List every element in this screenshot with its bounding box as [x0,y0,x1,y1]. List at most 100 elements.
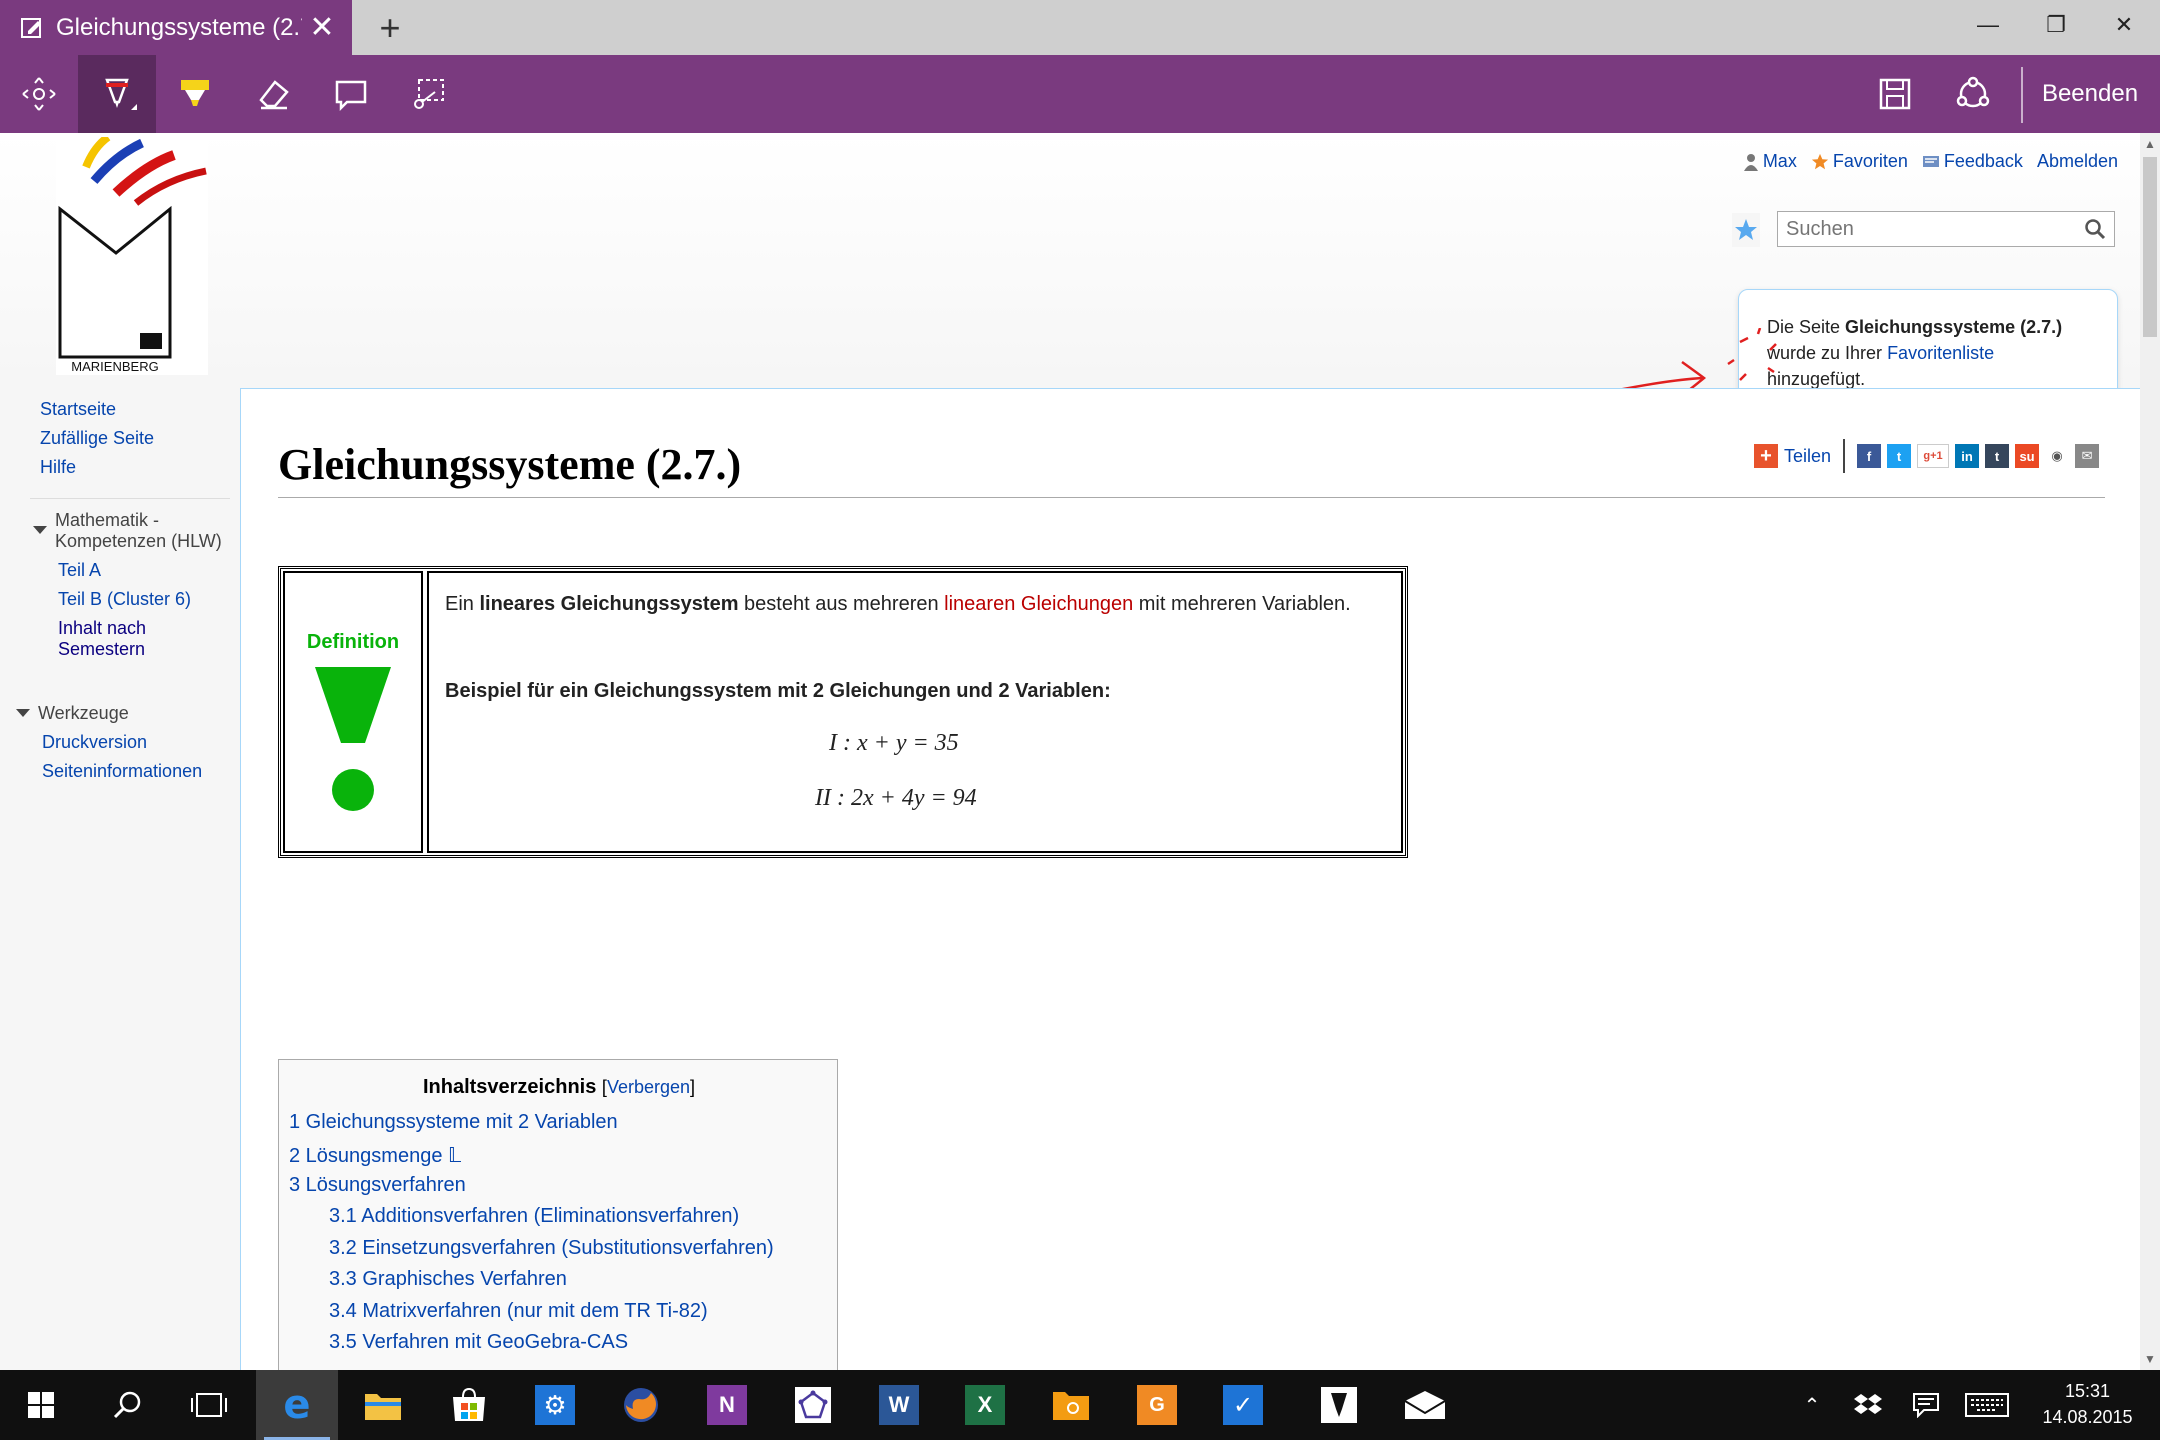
dropbox-icon[interactable] [1846,1370,1890,1440]
pdf-button[interactable]: G [1116,1370,1198,1440]
task-view-button[interactable] [168,1370,250,1440]
app-button[interactable] [772,1370,854,1440]
ink-app-button[interactable] [1298,1370,1380,1440]
sidebar-item-print[interactable]: Druckversion [42,732,147,753]
save-icon[interactable] [1856,55,1934,133]
clock[interactable]: 15:31 14.08.2015 [2025,1378,2150,1430]
toc-item[interactable]: 3.3 Graphisches Verfahren [329,1268,567,1291]
toc-item[interactable]: 3.5 Verfahren mit GeoGebra-CAS [329,1331,628,1354]
minimize-button[interactable]: — [1952,0,2024,50]
scrollbar[interactable]: ▲ ▼ [2140,133,2160,1370]
scroll-down-icon[interactable]: ▼ [2140,1348,2160,1370]
share-icon[interactable] [1934,55,2012,133]
folder-search-icon [1053,1392,1089,1420]
sidebar-section-title[interactable]: Kompetenzen (HLW) [55,531,222,552]
search-button[interactable] [86,1370,168,1440]
store-icon [453,1387,485,1421]
mail-icon [1404,1391,1446,1419]
mail-button[interactable] [1384,1370,1466,1440]
toc-item[interactable]: 3.2 Einsetzungsverfahren (Substitutionsv… [329,1237,774,1260]
sidebar-item-teil-b[interactable]: Teil B (Cluster 6) [58,589,191,610]
definition-content-cell: Ein lineares Gleichungssystem besteht au… [427,571,1403,853]
plus-icon[interactable]: + [1754,444,1778,468]
folder-search-button[interactable] [1030,1370,1112,1440]
linear-equations-link[interactable]: linearen Gleichungen [944,593,1133,615]
close-button[interactable]: ✕ [2088,0,2160,50]
favorites-link[interactable]: Favoriten [1811,151,1908,172]
pan-icon[interactable] [0,55,78,133]
sidebar-item-semester[interactable]: Semestern [58,639,145,660]
toc-toggle[interactable]: Verbergen [607,1077,690,1097]
tumblr-icon[interactable]: t [1985,444,2010,468]
tab-close-icon[interactable]: ✕ [302,10,342,45]
scroll-thumb[interactable] [2143,157,2157,337]
email-icon[interactable]: ✉ [2075,444,2100,468]
file-explorer-button[interactable] [342,1370,424,1440]
divider [1843,439,1846,473]
toc-item[interactable]: 3 Lösungsverfahren [289,1174,466,1197]
feedback-link[interactable]: Feedback [1922,151,2023,172]
sidebar-item-pageinfo[interactable]: Seiteninformationen [42,761,202,782]
word-button[interactable]: W [858,1370,940,1440]
keyboard-icon[interactable] [1962,1370,2012,1440]
excel-button[interactable]: X [944,1370,1026,1440]
favorites-list-link[interactable]: Favoritenliste [1887,343,1994,363]
start-button[interactable] [0,1370,82,1440]
notification-icon[interactable] [1904,1370,1948,1440]
sidebar-item-teil-a[interactable]: Teil A [58,560,101,581]
app-icon [795,1387,831,1423]
toc-item[interactable]: 1 Gleichungssysteme mit 2 Variablen [289,1111,618,1134]
tab-active[interactable]: Gleichungssysteme (2.7.) ✕ [0,0,352,55]
scroll-up-icon[interactable]: ▲ [2140,133,2160,155]
search-icon[interactable] [2084,218,2106,240]
excel-icon: X [965,1385,1005,1425]
clip-icon[interactable] [390,55,468,133]
collapse-triangle-icon[interactable] [33,526,47,534]
googleplus-icon[interactable]: g+1 [1917,444,1950,468]
share-button[interactable]: Teilen [1784,446,1831,467]
chevron-up-icon[interactable]: ⌃ [1792,1370,1832,1440]
pen-icon[interactable] [78,55,156,133]
table-of-contents: Inhaltsverzeichnis [Verbergen] 1 Gleichu… [278,1059,838,1370]
pdf-icon: G [1137,1385,1177,1425]
eraser-icon[interactable] [234,55,312,133]
definition-label-cell: Definition [283,571,423,853]
title-bar: Gleichungssysteme (2.7.) ✕ + — ❐ ✕ [0,0,2160,55]
user-link[interactable]: Max [1743,151,1797,172]
sidebar-item-random[interactable]: Zufällige Seite [40,428,154,449]
sidebar-section-title[interactable]: Werkzeuge [38,703,129,724]
comment-icon[interactable] [312,55,390,133]
reddit-icon[interactable]: ◉ [2045,444,2070,468]
toc-item[interactable]: 3.4 Matrixverfahren (nur mit dem TR Ti-8… [329,1300,708,1323]
facebook-icon[interactable]: f [1857,444,1882,468]
sidebar-section-title[interactable]: Mathematik - [55,510,159,531]
exit-button[interactable]: Beenden [2030,55,2150,133]
logo[interactable]: MARIENBERG [56,137,208,375]
highlighter-icon[interactable] [156,55,234,133]
collapse-triangle-icon[interactable] [16,709,30,717]
ink-app-icon [1321,1387,1357,1423]
search-field[interactable] [1777,211,2115,247]
todo-button[interactable]: ✓ [1202,1370,1284,1440]
new-tab-button[interactable]: + [360,0,420,55]
toc-item[interactable]: 3.1 Additionsverfahren (Eliminationsverf… [329,1205,739,1228]
firefox-button[interactable] [600,1370,682,1440]
linkedin-icon[interactable]: in [1955,444,1980,468]
settings-button[interactable]: ⚙ [514,1370,596,1440]
web-page: MARIENBERG Max Favoriten Feedback Abmeld… [0,133,2140,1370]
page-edit-icon [21,17,41,38]
search-input[interactable] [1778,212,2068,246]
watch-star-icon[interactable] [1727,205,1765,253]
onenote-button[interactable]: N [686,1370,768,1440]
twitter-icon[interactable]: t [1887,444,1912,468]
sidebar-item-help[interactable]: Hilfe [40,457,76,478]
toc-item[interactable]: 2 Lösungsmenge 𝕃 [289,1143,461,1168]
logout-link[interactable]: Abmelden [2037,151,2118,172]
logo-text: MARIENBERG [71,359,158,374]
store-button[interactable] [428,1370,510,1440]
sidebar-item-semester[interactable]: Inhalt nach [58,618,146,639]
sidebar-item-startseite[interactable]: Startseite [40,399,116,420]
restore-button[interactable]: ❐ [2020,0,2092,50]
edge-taskbar-button[interactable]: e [256,1370,338,1440]
stumbleupon-icon[interactable]: su [2015,444,2040,468]
